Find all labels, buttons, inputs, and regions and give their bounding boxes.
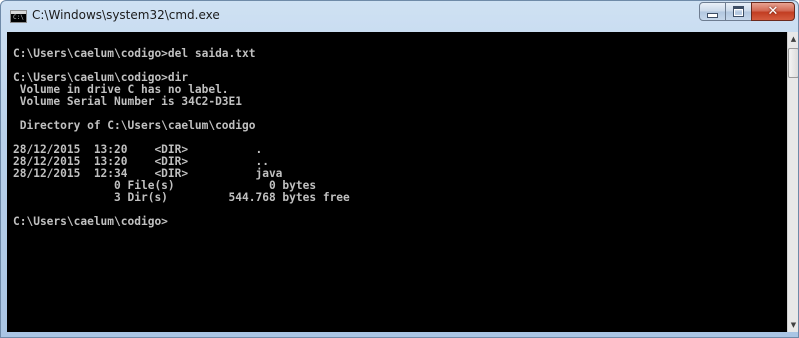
cmd-icon[interactable]: C:\ [10, 10, 27, 23]
cmd-window: C:\ C:\Windows\system32\cmd.exe ✕ C:\Use… [0, 0, 799, 338]
vertical-scrollbar[interactable]: ▲ ▼ [787, 32, 798, 332]
title-bar[interactable]: C:\ C:\Windows\system32\cmd.exe ✕ [1, 1, 798, 31]
console-line: C:\Users\caelum\codigo> [13, 215, 168, 228]
window-controls: ✕ [699, 2, 795, 22]
console-line: Volume Serial Number is 34C2-D3E1 [13, 95, 243, 108]
console-text: C:\Users\caelum\codigo>del saida.txt C:\… [7, 32, 787, 228]
cmd-icon-text: C:\ [13, 14, 24, 21]
scroll-down-arrow-icon[interactable]: ▼ [788, 318, 798, 332]
console-output[interactable]: C:\Users\caelum\codigo>del saida.txt C:\… [7, 32, 787, 332]
maximize-icon [733, 6, 744, 17]
minimize-button[interactable] [699, 2, 726, 21]
console-line: 3 Dir(s) 544.768 bytes free [13, 191, 350, 204]
scroll-thumb[interactable] [788, 48, 798, 78]
maximize-button[interactable] [725, 2, 752, 21]
window-title: C:\Windows\system32\cmd.exe [32, 8, 220, 22]
close-button[interactable]: ✕ [751, 2, 795, 21]
minimize-icon [707, 12, 718, 18]
scroll-up-arrow-icon[interactable]: ▲ [788, 32, 798, 46]
window-bottom-border [1, 332, 798, 337]
console-line: Directory of C:\Users\caelum\codigo [13, 119, 256, 132]
close-icon: ✕ [767, 4, 779, 19]
console-line: C:\Users\caelum\codigo>del saida.txt [13, 47, 256, 60]
